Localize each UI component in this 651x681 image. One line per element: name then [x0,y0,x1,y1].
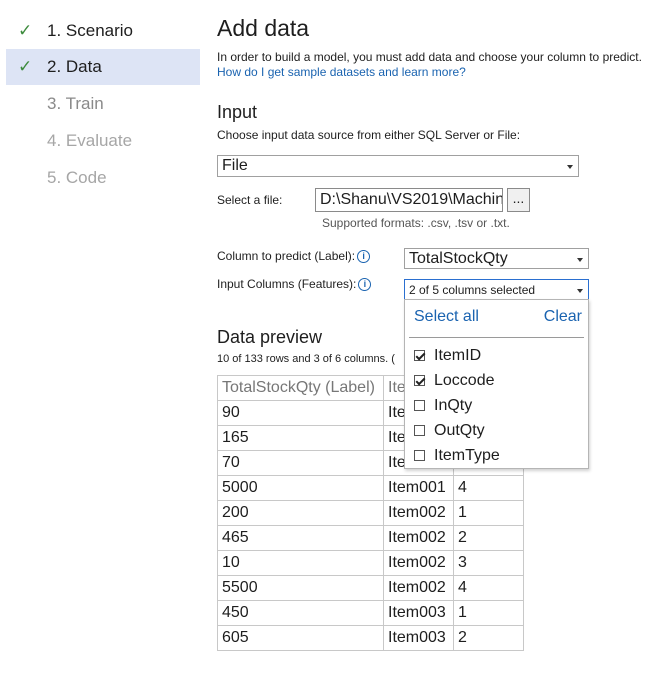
features-dropdown[interactable]: 2 of 5 columns selected [404,279,589,300]
input-heading: Input [217,102,258,122]
supported-formats: Supported formats: .csv, .tsv or .txt. [322,216,510,230]
label-column-value: TotalStockQty [409,250,508,267]
check-icon: ✓ [18,21,33,40]
sidebar-step-label: 1. Scenario [47,21,133,40]
checkbox-checked[interactable] [414,375,425,386]
table-cell: 2 [453,525,524,551]
checkbox-unchecked[interactable] [414,450,425,461]
dropdown-divider [409,337,584,338]
sidebar-step-train[interactable]: 3. Train [6,86,200,122]
preview-summary: 10 of 133 rows and 3 of 6 columns. ( [217,353,395,365]
checkbox-unchecked[interactable] [414,400,425,411]
table-cell: 90 [217,400,384,426]
table-row: 465 Item002 2 [217,525,524,551]
page-description: In order to build a model, you must add … [217,50,642,64]
table-cell: 4 [453,575,524,601]
table-cell: 165 [217,425,384,451]
table-row: 5000 Item001 4 [217,475,524,501]
features-dropdown-popup: Select all Clear ItemID Loccode InQty Ou… [404,299,589,469]
table-cell: Item002 [383,575,454,601]
feature-option-label: Loccode [434,372,495,389]
table-row: 605 Item003 2 [217,625,524,651]
features-label: Input Columns (Features): i [217,277,372,292]
table-cell: 70 [217,450,384,476]
checkbox-unchecked[interactable] [414,425,425,436]
features-value: 2 of 5 columns selected [409,283,536,297]
table-cell: 465 [217,525,384,551]
sidebar-step-data[interactable]: ✓ 2. Data [6,49,200,85]
table-cell: 1 [453,600,524,626]
feature-option-label: ItemID [434,347,482,364]
label-column-dropdown[interactable]: TotalStockQty [404,248,589,269]
checkbox-checked[interactable] [414,350,425,361]
chevron-down-icon [567,165,573,169]
file-path-input[interactable]: D:\Shanu\VS2019\MachineLearning [315,188,503,212]
source-prompt: Choose input data source from either SQL… [217,128,521,142]
table-cell: 605 [217,625,384,651]
sidebar-step-label: 3. Train [47,94,104,113]
table-cell: 2 [453,625,524,651]
table-row: 10 Item002 3 [217,550,524,576]
table-cell: Item002 [383,550,454,576]
file-path-value: D:\Shanu\VS2019\MachineLearning [320,191,502,208]
preview-heading: Data preview [217,327,323,347]
select-file-label: Select a file: [217,193,283,207]
feature-option-label: OutQty [434,422,485,439]
label-column-label: Column to predict (Label): i [217,249,371,264]
column-header[interactable]: TotalStockQty (Label) [217,375,384,401]
table-row: 5500 Item002 4 [217,575,524,601]
label-column-text: Column to predict (Label): [217,249,356,263]
table-cell: 5000 [217,475,384,501]
features-text: Input Columns (Features): [217,277,357,291]
sidebar-step-label: 5. Code [47,168,107,187]
info-icon[interactable]: i [357,250,371,264]
table-row: 200 Item002 1 [217,500,524,526]
clear-link[interactable]: Clear [544,308,582,326]
browse-button[interactable]: ... [507,188,530,212]
table-cell: Item002 [383,525,454,551]
table-cell: 200 [217,500,384,526]
sidebar-step-label: 4. Evaluate [47,131,133,150]
info-icon[interactable]: i [358,278,372,292]
table-row: 450 Item003 1 [217,600,524,626]
sidebar-step-scenario[interactable]: ✓ 1. Scenario [6,13,200,49]
sidebar-step-code[interactable]: 5. Code [6,160,200,196]
select-all-link[interactable]: Select all [414,308,479,326]
table-cell: Item002 [383,500,454,526]
check-icon: ✓ [18,57,33,76]
data-source-value: File [222,157,248,174]
chevron-down-icon [577,288,583,293]
table-cell: Item001 [383,475,454,501]
table-cell: 3 [453,550,524,576]
page-title: Add data [217,15,310,41]
feature-option-label: InQty [434,397,473,414]
table-cell: Item003 [383,600,454,626]
table-cell: 1 [453,500,524,526]
chevron-down-icon [577,257,583,262]
data-source-dropdown[interactable]: File [217,155,579,177]
table-cell: 5500 [217,575,384,601]
sidebar-step-label: 2. Data [47,57,102,76]
sidebar-step-evaluate[interactable]: 4. Evaluate [6,123,200,159]
table-cell: Item003 [383,625,454,651]
table-cell: 450 [217,600,384,626]
table-cell: 10 [217,550,384,576]
feature-option-label: ItemType [434,447,500,464]
help-link[interactable]: How do I get sample datasets and learn m… [217,65,466,79]
table-cell: 4 [453,475,524,501]
